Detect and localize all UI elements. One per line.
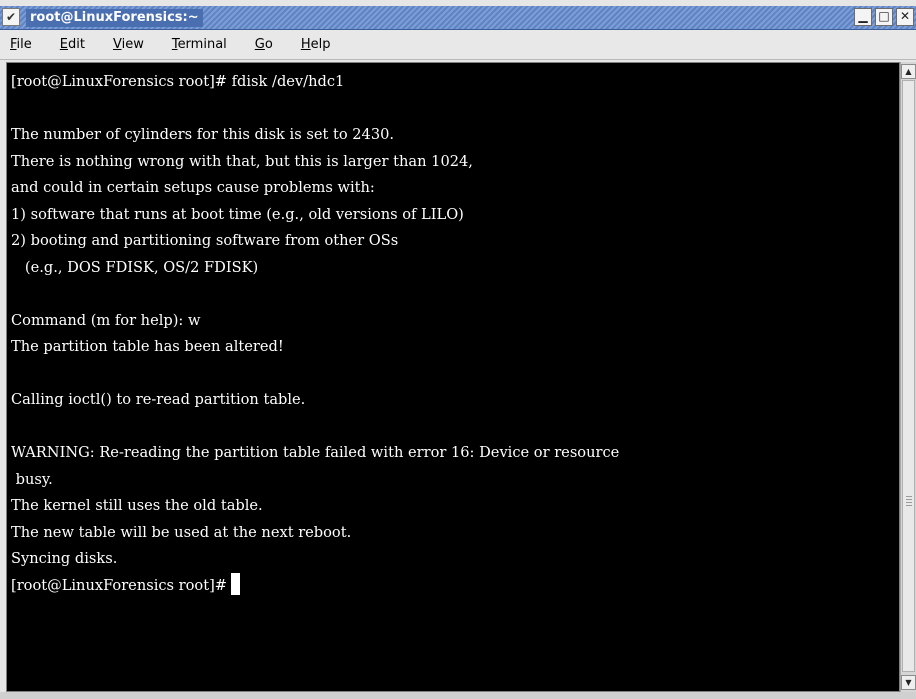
window-bottom-edge bbox=[0, 692, 916, 699]
window-menu-button[interactable]: ✔ bbox=[2, 8, 20, 26]
menu-terminal-label: erminal bbox=[177, 37, 227, 52]
maximize-button[interactable]: □ bbox=[875, 8, 893, 26]
minimize-button[interactable]: ▁ bbox=[854, 8, 872, 26]
terminal-output[interactable]: [root@LinuxForensics root]# fdisk /dev/h… bbox=[6, 62, 900, 692]
terminal-line: and could in certain setups cause proble… bbox=[11, 179, 375, 196]
scroll-down-button[interactable]: ▼ bbox=[901, 675, 916, 690]
terminal-line: Syncing disks. bbox=[11, 550, 118, 567]
terminal-prompt-line[interactable]: [root@LinuxForensics root]# bbox=[11, 572, 899, 600]
terminal-line: Command (m for help): w bbox=[11, 311, 201, 329]
window-title: root@LinuxForensics:~ bbox=[26, 9, 203, 27]
scroll-thumb[interactable] bbox=[902, 80, 915, 672]
terminal-prompt: [root@LinuxForensics root]# bbox=[11, 576, 228, 594]
terminal-line: (e.g., DOS FDISK, OS/2 FDISK) bbox=[11, 258, 259, 276]
terminal-window: ✔ root@LinuxForensics:~ ▁ □ ✕ File Edit … bbox=[0, 0, 916, 699]
menu-help-label: elp bbox=[310, 37, 331, 52]
menu-file[interactable]: File bbox=[6, 35, 36, 54]
vertical-scrollbar[interactable]: ▲ ▼ bbox=[900, 62, 916, 692]
menu-go[interactable]: Go bbox=[251, 35, 277, 54]
menu-view-label: iew bbox=[121, 37, 144, 52]
terminal-lines: [root@LinuxForensics root]# fdisk /dev/h… bbox=[11, 69, 899, 599]
terminal-line: The number of cylinders for this disk is… bbox=[11, 126, 395, 143]
menu-edit-mnemonic: E bbox=[59, 37, 68, 52]
terminal-line: There is nothing wrong with that, but th… bbox=[11, 152, 473, 170]
terminal-line: [root@LinuxForensics root]# fdisk /dev/h… bbox=[11, 73, 345, 90]
terminal-line: The partition table has been altered! bbox=[11, 338, 284, 355]
menu-go-mnemonic: G bbox=[254, 37, 265, 52]
menu-edit-label: dit bbox=[68, 37, 85, 52]
terminal-line: The new table will be used at the next r… bbox=[11, 523, 352, 541]
menu-bar: File Edit View Terminal Go Help bbox=[0, 30, 916, 60]
menu-file-label: ile bbox=[16, 37, 32, 52]
menu-view[interactable]: View bbox=[109, 35, 148, 54]
menu-edit[interactable]: Edit bbox=[56, 35, 89, 54]
terminal-line: Calling ioctl() to re-read partition tab… bbox=[11, 391, 306, 408]
menu-terminal[interactable]: Terminal bbox=[168, 35, 231, 54]
terminal-cursor bbox=[231, 572, 241, 595]
menu-go-label: o bbox=[264, 37, 273, 52]
terminal-line: 2) booting and partitioning software fro… bbox=[11, 232, 399, 249]
window-controls: ▁ □ ✕ bbox=[854, 8, 914, 26]
minimize-icon: ▁ bbox=[858, 9, 868, 23]
menu-help[interactable]: Help bbox=[297, 35, 335, 54]
arrow-up-icon: ▲ bbox=[905, 67, 912, 76]
chevron-down-icon: ✔ bbox=[5, 10, 17, 24]
menu-help-mnemonic: H bbox=[300, 37, 311, 52]
terminal-line: busy. bbox=[11, 470, 53, 488]
terminal-line: WARNING: Re-reading the partition table … bbox=[11, 444, 620, 461]
menu-view-mnemonic: V bbox=[112, 37, 122, 52]
close-button[interactable]: ✕ bbox=[896, 8, 914, 26]
title-bar[interactable]: ✔ root@LinuxForensics:~ ▁ □ ✕ bbox=[0, 6, 916, 30]
terminal-line: The kernel still uses the old table. bbox=[11, 497, 263, 514]
scroll-up-button[interactable]: ▲ bbox=[901, 64, 916, 79]
maximize-icon: □ bbox=[878, 9, 890, 23]
arrow-down-icon: ▼ bbox=[905, 678, 912, 687]
grip-icon bbox=[906, 496, 912, 506]
terminal-line: 1) software that runs at boot time (e.g.… bbox=[11, 205, 464, 223]
close-icon: ✕ bbox=[899, 9, 911, 23]
